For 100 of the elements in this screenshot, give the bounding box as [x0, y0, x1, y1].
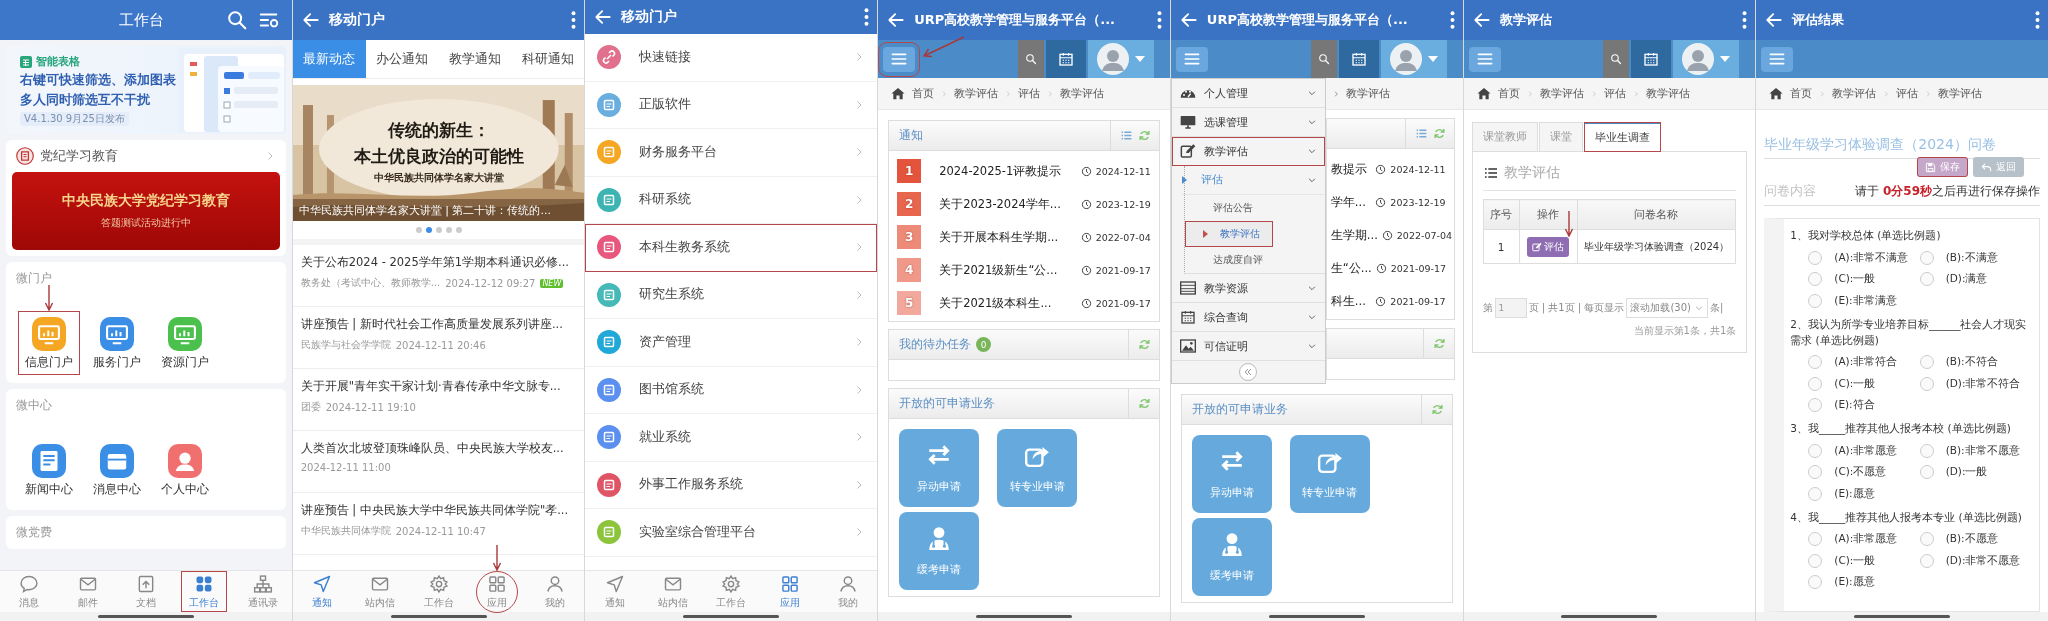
carousel-dot[interactable]	[425, 227, 432, 233]
tab[interactable]: 通讯录	[233, 571, 292, 612]
radio-button[interactable]	[1808, 355, 1823, 370]
more-button[interactable]	[2033, 9, 2042, 31]
tab[interactable]: 通知	[292, 571, 352, 612]
radio-button[interactable]	[1808, 465, 1823, 480]
carousel-dot[interactable]	[435, 227, 442, 233]
tab[interactable]: 应用	[476, 571, 517, 612]
breadcrumb-link[interactable]: 教学评估	[1539, 86, 1584, 101]
tab[interactable]: 通知	[585, 571, 644, 612]
user-menu-button[interactable]	[1087, 40, 1154, 78]
news-item[interactable]: 关于开展"青年实干家计划·青春传承中华文脉专... 团委 2024-12-11 19:10	[292, 369, 585, 431]
news-item[interactable]: 关于公布2024 - 2025学年第1学期本科通识必修... 教务处（考试中心、教师教学... 2024-12-12 09:27 NEW	[292, 245, 585, 307]
calendar-button[interactable]	[1631, 40, 1672, 78]
home-indicator[interactable]	[390, 615, 487, 618]
home-indicator[interactable]	[1561, 615, 1658, 618]
menu-button[interactable]	[1175, 46, 1208, 72]
radio-button[interactable]	[1808, 376, 1823, 391]
tab[interactable]: 文档	[116, 571, 176, 612]
radio-button[interactable]	[1808, 293, 1823, 308]
breadcrumb-link[interactable]: 首页	[1790, 86, 1813, 101]
search-button[interactable]	[1017, 40, 1044, 78]
tab[interactable]: 消息	[0, 571, 59, 612]
user-menu-button[interactable]	[1673, 40, 1740, 78]
tab[interactable]: 我的	[818, 571, 878, 612]
tab[interactable]: 工作台	[181, 571, 228, 612]
menu-item[interactable]: 教学评估	[1171, 137, 1325, 166]
radio-button[interactable]	[1919, 443, 1934, 458]
breadcrumb-link[interactable]: 教学评估	[1060, 86, 1105, 101]
news-item[interactable]: 讲座预告 | 中央民族大学中华民族共同体学院"孝... 中华民族共同体学院 2024-12-11 10:47	[292, 493, 585, 555]
tab[interactable]: 毕业生调查	[1583, 122, 1661, 152]
radio-button[interactable]	[1808, 398, 1823, 413]
app-tile[interactable]: 个人中心	[154, 438, 216, 502]
promo-banner[interactable]: 中央民族大学党纪学习教育 答题测试活动进行中	[12, 172, 280, 250]
collapse-button[interactable]	[1239, 363, 1258, 381]
breadcrumb-link[interactable]: 评估	[1603, 86, 1626, 101]
notice-link[interactable]: 关于2021级本科生...	[939, 295, 1077, 311]
tab[interactable]: 站内信	[351, 571, 410, 612]
notice-link[interactable]: 教提示	[1330, 161, 1372, 177]
calendar-button[interactable]	[1045, 40, 1086, 78]
breadcrumb-link[interactable]: 教学评估	[1832, 86, 1877, 101]
app-tile[interactable]: 信息门户	[18, 311, 80, 375]
carousel-dot[interactable]	[455, 227, 462, 233]
menu-button[interactable]	[1761, 46, 1794, 72]
tab[interactable]: 站内信	[643, 571, 703, 612]
carousel-dot[interactable]	[415, 227, 422, 233]
search-button[interactable]	[1603, 40, 1630, 78]
notice-link[interactable]: 科生...	[1330, 293, 1372, 309]
app-tile[interactable]: 服务门户	[86, 311, 148, 375]
submenu-item[interactable]: 教学评估	[1184, 221, 1273, 247]
radio-button[interactable]	[1919, 355, 1934, 370]
radio-button[interactable]	[1808, 575, 1823, 590]
app-list-item[interactable]: 本科生教务系统	[585, 224, 878, 272]
notice-link[interactable]: 生“公...	[1330, 260, 1372, 276]
home-indicator[interactable]	[1268, 615, 1365, 618]
submenu-item[interactable]: 达成度自评	[1184, 247, 1325, 273]
page-size-select[interactable]: 滚动加载(30)	[1626, 298, 1708, 318]
breadcrumb-link[interactable]: 教学评估	[1645, 86, 1690, 101]
news-item[interactable]: 人类首次北坡登顶珠峰队员、中央民族大学校友... 2024-12-11 11:00	[292, 431, 585, 493]
breadcrumb-link[interactable]: 评估	[1018, 86, 1041, 101]
user-menu-button[interactable]	[1380, 40, 1447, 78]
notice-link[interactable]: 2024-2025-1评教提示	[939, 163, 1077, 179]
breadcrumb-link[interactable]: 教学评估	[1938, 86, 1983, 101]
breadcrumb-link[interactable]: 首页	[912, 86, 935, 101]
menu-button[interactable]	[1468, 46, 1501, 72]
radio-button[interactable]	[1808, 532, 1823, 547]
breadcrumb-link[interactable]: 评估	[1896, 86, 1919, 101]
radio-button[interactable]	[1919, 272, 1934, 287]
radio-button[interactable]	[1808, 272, 1823, 287]
home-indicator[interactable]	[97, 615, 194, 618]
app-tile[interactable]: 资源门户	[154, 311, 216, 375]
home-indicator[interactable]	[1854, 615, 1951, 618]
radio-button[interactable]	[1808, 443, 1823, 458]
tab[interactable]: 邮件	[58, 571, 117, 612]
radio-button[interactable]	[1808, 553, 1823, 568]
notice-link[interactable]: 关于2021级新生“公...	[939, 262, 1077, 278]
notice-link[interactable]: 学年...	[1330, 194, 1372, 210]
radio-button[interactable]	[1919, 532, 1934, 547]
breadcrumb-link[interactable]: 教学评估	[954, 86, 999, 101]
app-tile[interactable]: 新闻中心	[18, 438, 80, 502]
breadcrumb-link[interactable]: 首页	[1497, 86, 1520, 101]
radio-button[interactable]	[1919, 376, 1934, 391]
home-indicator[interactable]	[683, 615, 780, 618]
submenu-item[interactable]: 评估公告	[1184, 195, 1325, 221]
radio-button[interactable]	[1808, 250, 1823, 265]
calendar-button[interactable]	[1338, 40, 1379, 78]
notice-link[interactable]: 关于开展本科生学期...	[939, 229, 1077, 245]
notice-link[interactable]: 生学期...	[1330, 227, 1378, 243]
breadcrumb-link[interactable]: 教学评估	[1345, 86, 1390, 101]
news-item[interactable]: 讲座预告 | 新时代社会工作高质量发展系列讲座... 民族学与社会学学院 2024-12-11 20:46	[292, 307, 585, 369]
tab[interactable]: 工作台	[702, 571, 761, 612]
radio-button[interactable]	[1919, 553, 1934, 568]
search-button[interactable]	[1310, 40, 1337, 78]
carousel-dot[interactable]	[445, 227, 452, 233]
radio-button[interactable]	[1919, 465, 1934, 480]
tab[interactable]: 应用	[760, 571, 819, 612]
radio-button[interactable]	[1919, 250, 1934, 265]
radio-button[interactable]	[1808, 486, 1823, 501]
evaluate-button[interactable]: 评估	[1527, 236, 1570, 257]
tab[interactable]: 工作台	[409, 571, 468, 612]
